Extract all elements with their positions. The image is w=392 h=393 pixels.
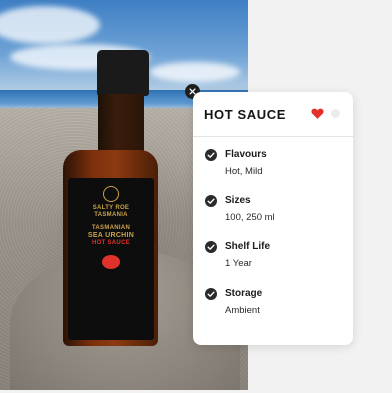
product-info-card: HOT SAUCE Flavours Hot, Mild Sizes 100, … [193,92,353,345]
label-brand-line2: TASMANIA [94,212,128,218]
spec-title: Sizes [225,195,251,206]
check-circle-icon [205,149,217,161]
cloud [150,62,240,82]
product-modal-screen: SALTY ROE TASMANIA TASMANIAN SEA URCHIN … [0,0,392,393]
label-name-line2: SEA URCHIN [87,232,135,239]
spec-title: Shelf Life [225,241,271,252]
check-circle-icon [205,195,217,207]
cloud [0,6,100,44]
bookmark-icon[interactable] [331,109,340,118]
card-title: HOT SAUCE [204,107,286,122]
bottle-neck [98,94,144,156]
bottle-label: SALTY ROE TASMANIA TASMANIAN SEA URCHIN … [68,178,154,340]
label-name-line1: TASMANIAN [91,225,131,231]
spec-value: Hot, Mild [225,166,263,177]
heart-icon[interactable] [311,107,324,120]
card-header: HOT SAUCE [193,92,353,137]
spec-title: Storage [225,288,263,299]
check-circle-icon [205,241,217,253]
label-name-line3: HOT SAUCE [91,240,131,246]
spec-value: 1 Year [225,258,252,269]
spec-value: 100, 250 ml [225,212,275,223]
label-brand-line1: SALTY ROE [92,205,130,211]
check-circle-icon [205,288,217,300]
spec-value: Ambient [225,305,260,316]
spec-title: Flavours [225,149,267,160]
bottle-cap [97,50,149,96]
chili-icon [102,255,120,269]
brand-logo-icon [103,186,119,202]
